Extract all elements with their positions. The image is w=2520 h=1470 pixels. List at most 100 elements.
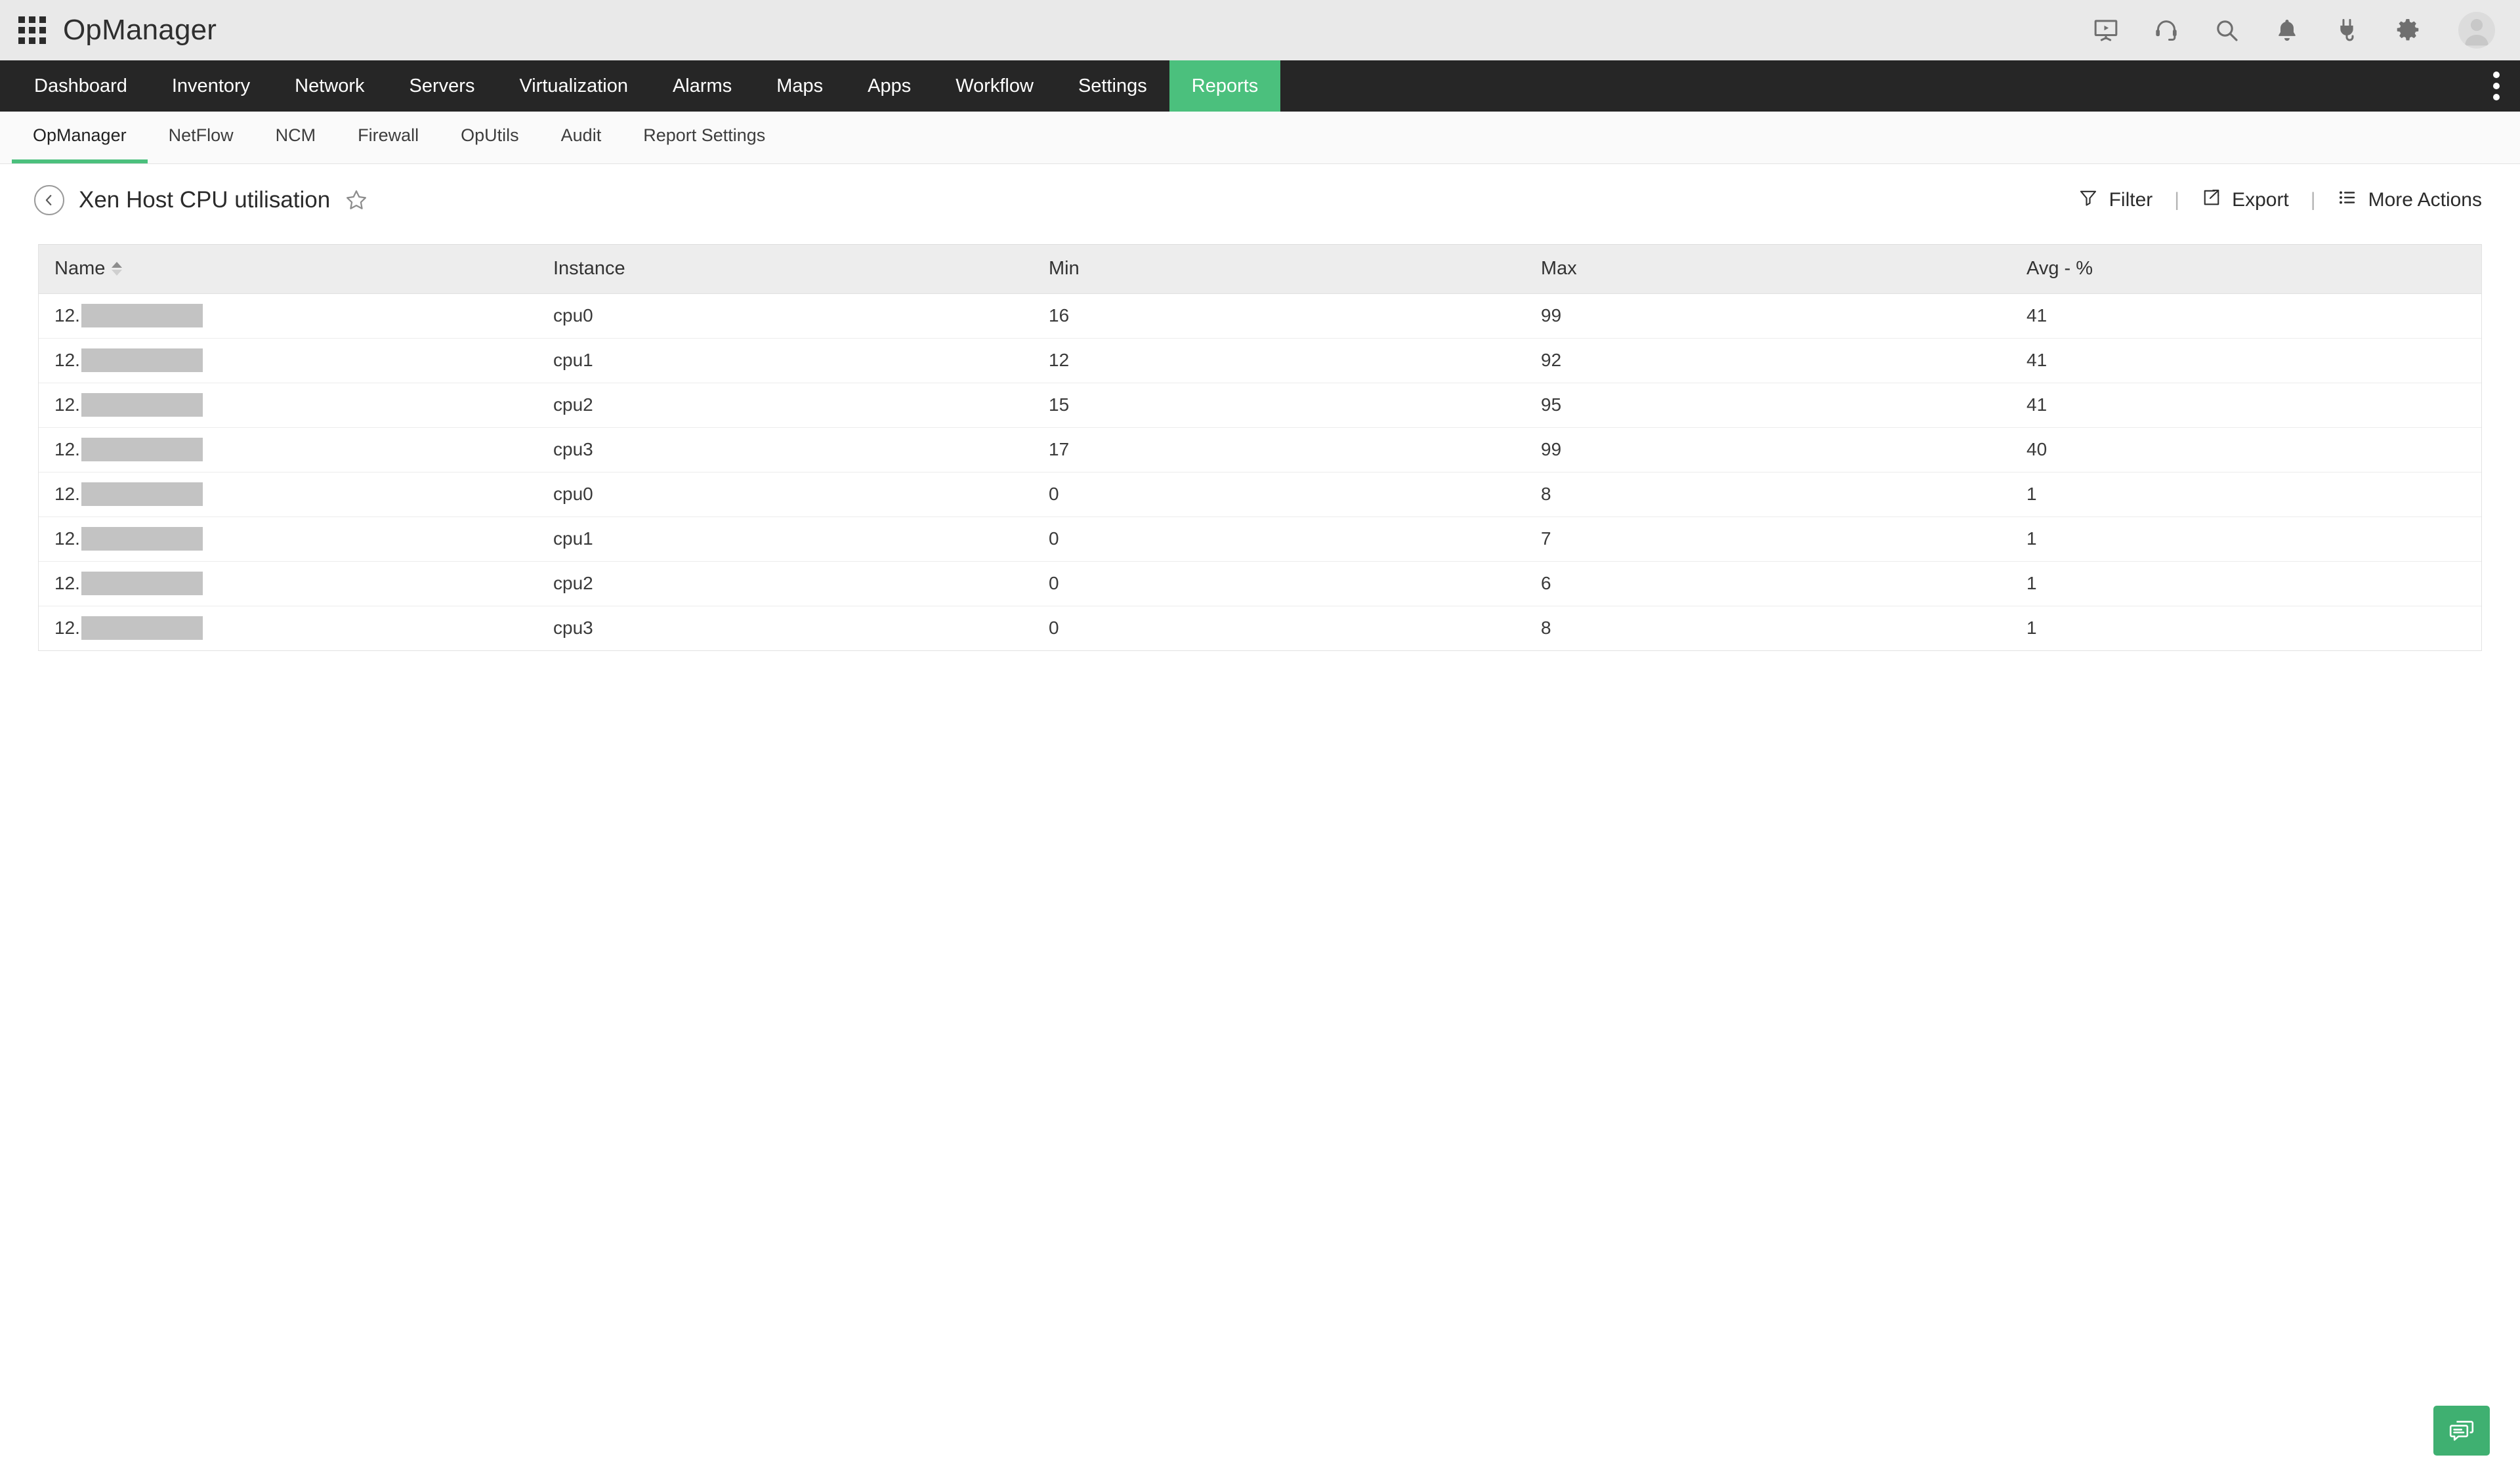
cell-max: 92: [1525, 337, 2011, 383]
page-header: Xen Host CPU utilisation Filter | Export…: [0, 164, 2520, 236]
column-header-min[interactable]: Min: [1033, 245, 1525, 293]
subnav-item-audit[interactable]: Audit: [540, 112, 623, 163]
kebab-menu-icon[interactable]: [2473, 60, 2520, 112]
nav-item-maps[interactable]: Maps: [754, 60, 845, 112]
column-header-avg[interactable]: Avg - %: [2011, 245, 2481, 293]
cell-min: 12: [1033, 337, 1525, 383]
cell-max: 99: [1525, 427, 2011, 472]
nav-item-network[interactable]: Network: [272, 60, 387, 112]
column-header-max[interactable]: Max: [1525, 245, 2011, 293]
action-separator-2: |: [2310, 189, 2316, 211]
table-header: Name Instance Min Max Avg - %: [39, 245, 2481, 293]
nav-item-servers[interactable]: Servers: [387, 60, 497, 112]
table-row[interactable]: 12. cpu0 0 8 1: [39, 471, 2481, 516]
table-row[interactable]: 12. cpu3 17 99 40: [39, 427, 2481, 472]
redacted-name-block: [81, 482, 203, 506]
star-outline-icon[interactable]: [345, 188, 368, 212]
nav-item-inventory[interactable]: Inventory: [150, 60, 272, 112]
nav-item-reports[interactable]: Reports: [1169, 60, 1281, 112]
report-table-container: Name Instance Min Max Avg - % 12. cpu0 16 9…: [38, 244, 2482, 651]
sort-ascending-icon[interactable]: [112, 262, 123, 276]
subnav-item-firewall[interactable]: Firewall: [337, 112, 440, 163]
table-row[interactable]: 12. cpu1 12 92 41: [39, 337, 2481, 383]
export-share-icon: [2201, 188, 2221, 213]
table-row[interactable]: 12. cpu3 0 8 1: [39, 605, 2481, 650]
export-button[interactable]: Export: [2201, 188, 2289, 213]
device-name-prefix: 12.: [54, 394, 80, 415]
nav-item-dashboard[interactable]: Dashboard: [12, 60, 150, 112]
nav-item-virtualization[interactable]: Virtualization: [497, 60, 650, 112]
redacted-name-block: [81, 527, 203, 551]
cell-avg: 1: [2011, 605, 2481, 650]
redacted-name-block: [81, 304, 203, 327]
cell-min: 16: [1033, 293, 1525, 338]
cell-instance: cpu2: [537, 382, 1033, 427]
table-row[interactable]: 12. cpu2 15 95 41: [39, 382, 2481, 427]
more-actions-button[interactable]: More Actions: [2338, 188, 2482, 213]
chat-support-widget[interactable]: [2433, 1406, 2490, 1456]
cell-max: 99: [1525, 293, 2011, 338]
app-header: OpManager: [0, 0, 2520, 60]
gear-icon[interactable]: [2391, 14, 2424, 47]
cell-avg: 1: [2011, 560, 2481, 606]
cell-avg: 1: [2011, 516, 2481, 561]
subnav-item-report-settings[interactable]: Report Settings: [622, 112, 786, 163]
device-name-prefix: 12.: [54, 305, 80, 326]
presentation-icon[interactable]: [2090, 14, 2122, 47]
nav-item-apps[interactable]: Apps: [845, 60, 933, 112]
cell-avg: 41: [2011, 293, 2481, 338]
cell-instance: cpu3: [537, 605, 1033, 650]
sub-navigation: OpManager NetFlow NCM Firewall OpUtils A…: [0, 112, 2520, 164]
subnav-item-opmanager[interactable]: OpManager: [12, 112, 148, 163]
cell-name: 12.: [39, 471, 537, 516]
page-title: Xen Host CPU utilisation: [79, 187, 331, 213]
table-row[interactable]: 12. cpu0 16 99 41: [39, 293, 2481, 338]
cell-name: 12.: [39, 560, 537, 606]
subnav-item-netflow[interactable]: NetFlow: [148, 112, 255, 163]
cell-min: 0: [1033, 560, 1525, 606]
export-label: Export: [2232, 189, 2289, 211]
nav-item-settings[interactable]: Settings: [1056, 60, 1169, 112]
back-chevron-icon[interactable]: [34, 185, 64, 215]
table-row[interactable]: 12. cpu2 0 6 1: [39, 560, 2481, 606]
column-header-name-label: Name: [54, 258, 106, 280]
device-name-prefix: 12.: [54, 350, 80, 370]
cell-instance: cpu1: [537, 337, 1033, 383]
cell-max: 8: [1525, 471, 2011, 516]
device-name-prefix: 12.: [54, 528, 80, 549]
column-header-name[interactable]: Name: [39, 245, 537, 293]
cell-instance: cpu0: [537, 293, 1033, 338]
nav-item-alarms[interactable]: Alarms: [650, 60, 754, 112]
search-icon[interactable]: [2210, 14, 2243, 47]
subnav-item-oputils[interactable]: OpUtils: [440, 112, 540, 163]
headset-support-icon[interactable]: [2150, 14, 2183, 47]
cell-min: 0: [1033, 516, 1525, 561]
filter-button[interactable]: Filter: [2078, 188, 2152, 213]
action-separator-1: |: [2174, 189, 2180, 211]
cell-max: 7: [1525, 516, 2011, 561]
table-row[interactable]: 12. cpu1 0 7 1: [39, 516, 2481, 561]
cell-max: 95: [1525, 382, 2011, 427]
nav-item-workflow[interactable]: Workflow: [933, 60, 1056, 112]
cell-instance: cpu3: [537, 427, 1033, 472]
cell-name: 12.: [39, 516, 537, 561]
cell-name: 12.: [39, 427, 537, 472]
plug-icon[interactable]: [2331, 14, 2364, 47]
cell-avg: 40: [2011, 427, 2481, 472]
user-avatar[interactable]: [2458, 12, 2495, 49]
device-name-prefix: 12.: [54, 618, 80, 639]
notification-bell-icon[interactable]: [2271, 14, 2303, 47]
cell-name: 12.: [39, 337, 537, 383]
cell-min: 17: [1033, 427, 1525, 472]
cell-min: 0: [1033, 471, 1525, 516]
subnav-item-ncm[interactable]: NCM: [255, 112, 337, 163]
redacted-name-block: [81, 438, 203, 461]
apps-grid-icon[interactable]: [18, 16, 46, 44]
report-table: Name Instance Min Max Avg - % 12. cpu0 16 9…: [39, 245, 2481, 650]
cell-name: 12.: [39, 382, 537, 427]
cell-min: 0: [1033, 605, 1525, 650]
column-header-instance[interactable]: Instance: [537, 245, 1033, 293]
redacted-name-block: [81, 616, 203, 640]
more-actions-label: More Actions: [2368, 189, 2482, 211]
